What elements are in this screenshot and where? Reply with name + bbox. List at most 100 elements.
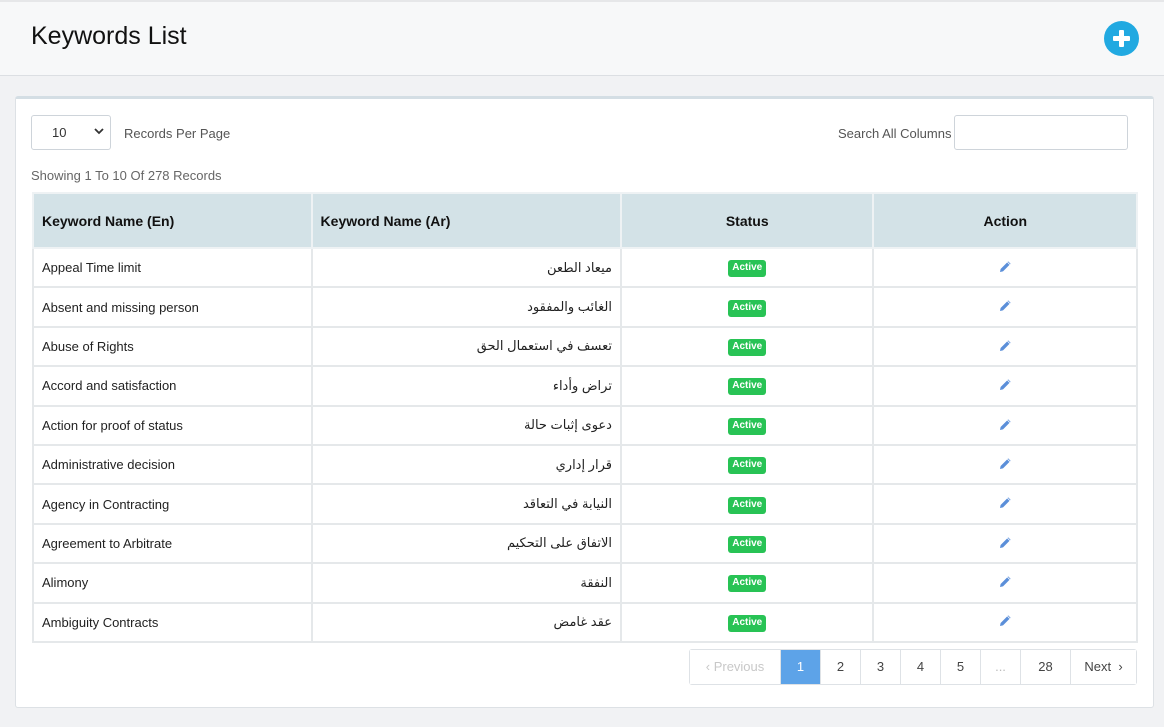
status-badge: Active [728,535,767,553]
edit-button[interactable] [999,418,1012,434]
keyword-en-cell: Ambiguity Contracts [32,601,313,643]
keywords-table: Keyword Name (En) Keyword Name (Ar) Stat… [32,192,1138,643]
status-badge: Active [728,299,767,317]
status-cell: Active [619,246,875,289]
pagination-page-last[interactable]: 28 [1020,650,1070,684]
pagination-previous[interactable]: ‹ Previous [690,650,780,684]
keyword-ar-cell: النيابة في التعاقد [310,483,622,525]
search-input[interactable] [954,115,1128,150]
edit-button[interactable] [999,575,1012,591]
column-header-ar[interactable]: Keyword Name (Ar) [310,192,622,249]
edit-button[interactable] [999,260,1012,276]
keyword-ar-cell: الاتفاق على التحكيم [310,522,622,565]
table-row: Agency in Contracting النيابة في التعاقد A… [32,483,1138,525]
keyword-ar-cell: تعسف في استعمال الحق [310,325,622,368]
pagination-next[interactable]: Next › [1070,650,1136,684]
pagination-next-label: Next [1084,659,1112,674]
table-row: Accord and satisfaction تراض وأداء Active [32,365,1138,407]
keyword-ar-cell: النفقة [310,562,622,604]
status-cell: Active [619,562,875,604]
edit-button[interactable] [999,299,1012,315]
edit-button[interactable] [999,614,1012,630]
chevron-left-icon: ‹ [705,659,711,674]
pagination-page-2[interactable]: 2 [820,650,860,684]
column-header-status[interactable]: Status [619,192,875,249]
status-badge: Active [728,496,767,514]
keyword-ar-cell: عقد غامض [310,601,622,643]
table-row: Administrative decision قرار إداري Active [32,443,1138,486]
pagination-page-1[interactable]: 1 [780,650,820,684]
status-cell: Active [619,286,875,328]
pencil-icon [999,418,1011,430]
records-per-page-select[interactable]: 10 [31,115,111,150]
pencil-icon [999,458,1011,469]
pencil-icon [999,497,1011,509]
action-cell [872,601,1138,643]
chevron-down-icon [94,128,104,135]
pencil-icon [999,615,1011,627]
column-header-action: Action [872,192,1138,249]
top-bar: Keywords List [0,0,1164,76]
pagination-previous-label: Previous [713,659,765,674]
records-summary: Showing 1 To 10 Of 278 Records [31,168,222,183]
search-label: Search All Columns [838,126,952,141]
records-per-page-label: Records Per Page [124,126,231,141]
table-header-row: Keyword Name (En) Keyword Name (Ar) Stat… [32,192,1138,249]
keyword-en-cell: Abuse of Rights [32,325,313,368]
keyword-ar-cell: ميعاد الطعن [310,246,622,289]
status-badge: Active [728,457,767,475]
add-keyword-button[interactable] [1104,21,1139,56]
keyword-en-cell: Absent and missing person [32,286,313,328]
status-badge: Active [728,614,767,632]
keyword-en-cell: Agency in Contracting [32,483,313,525]
column-header-en[interactable]: Keyword Name (En) [32,192,313,249]
status-cell: Active [619,365,875,407]
status-cell: Active [619,325,875,368]
edit-button[interactable] [999,339,1012,355]
action-cell [872,522,1138,565]
pagination-page-4[interactable]: 4 [900,650,940,684]
status-cell: Active [619,404,875,446]
action-cell [872,404,1138,446]
keyword-en-cell: Appeal Time limit [32,246,313,289]
status-badge: Active [728,575,767,593]
status-badge: Active [728,338,767,356]
pencil-icon [999,261,1011,272]
records-per-page-value: 10 [52,125,67,140]
table-row: Abuse of Rights تعسف في استعمال الحق Activ… [32,325,1138,368]
chevron-right-icon: › [1114,659,1123,674]
edit-button[interactable] [999,457,1012,473]
action-cell [872,483,1138,525]
action-cell [872,365,1138,407]
table-row: Agreement to Arbitrate الاتفاق على التحكي… [32,522,1138,565]
pagination-page-5[interactable]: 5 [940,650,980,684]
status-cell: Active [619,483,875,525]
keyword-en-cell: Agreement to Arbitrate [32,522,313,565]
plus-icon [1113,30,1130,47]
pencil-icon [999,537,1011,548]
table-row: Action for proof of status دعوى إثبات حال… [32,404,1138,446]
table-row: Absent and missing person الغائب والمفقود… [32,286,1138,328]
status-badge: Active [728,417,767,435]
status-cell: Active [619,443,875,486]
edit-button[interactable] [999,378,1012,394]
keywords-card: 10 Records Per Page Search All Columns S… [15,96,1154,708]
keyword-ar-cell: تراض وأداء [310,365,622,407]
table-row: Appeal Time limit ميعاد الطعن Active [32,246,1138,289]
edit-button[interactable] [999,496,1012,512]
action-cell [872,246,1138,289]
action-cell [872,562,1138,604]
action-cell [872,325,1138,368]
keyword-en-cell: Accord and satisfaction [32,365,313,407]
pagination-ellipsis: ... [980,650,1020,684]
keyword-en-cell: Action for proof of status [32,404,313,446]
pencil-icon [999,340,1011,351]
pagination-page-3[interactable]: 3 [860,650,900,684]
edit-button[interactable] [999,536,1012,552]
table-row: Alimony النفقة Active [32,562,1138,604]
table-row: Ambiguity Contracts عقد غامض Active [32,601,1138,643]
keyword-en-cell: Administrative decision [32,443,313,486]
keyword-ar-cell: الغائب والمفقود [310,286,622,328]
status-cell: Active [619,522,875,565]
keyword-ar-cell: دعوى إثبات حالة [310,404,622,446]
